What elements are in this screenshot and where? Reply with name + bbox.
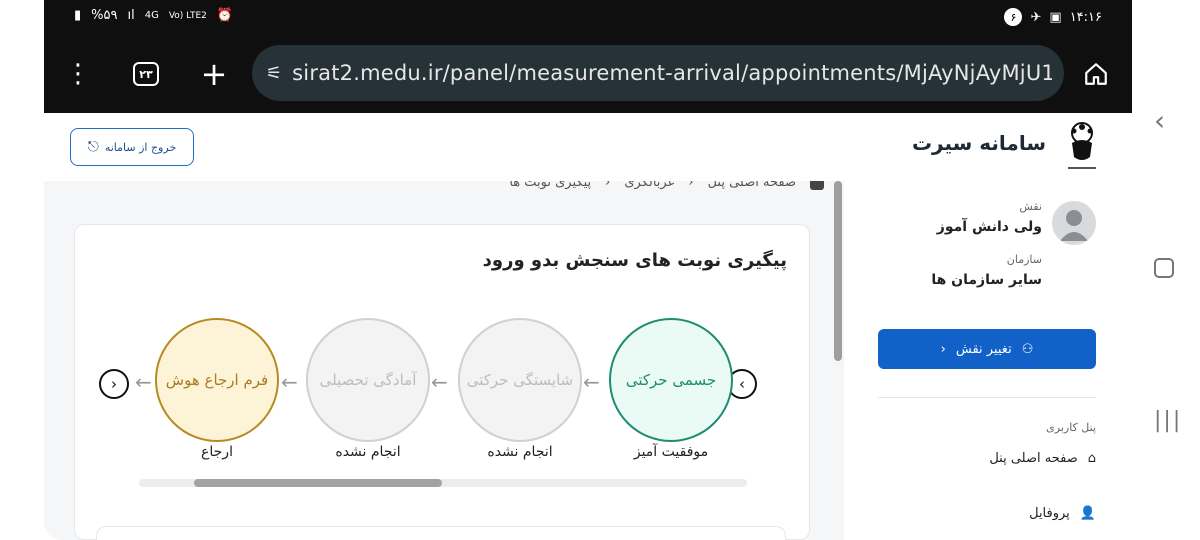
notification-count: ۶ xyxy=(1004,8,1023,26)
breadcrumb-item[interactable]: غربالگری xyxy=(624,181,674,190)
card-title: پیگیری نوبت های سنجش بدو ورود xyxy=(482,250,787,271)
step-status: ارجاع xyxy=(201,444,233,460)
battery-level: %۵۹ xyxy=(91,8,118,23)
brand-title: سامانه سیرت xyxy=(911,131,1046,155)
step-name: فرم ارجاع هوش xyxy=(165,371,269,389)
breadcrumb: صفحه اصلی پنل ‹ غربالگری ‹ پیگیری نوبت ه… xyxy=(509,181,824,190)
url-text[interactable]: sirat2.medu.ir/panel/measurement-arrival… xyxy=(292,61,1052,85)
secondary-card xyxy=(96,526,786,540)
user-icon: 👤 xyxy=(1079,506,1096,521)
chevron-left-icon: ‹ xyxy=(940,341,946,357)
step-circle[interactable]: فرم ارجاع هوش xyxy=(155,318,279,442)
home-button-icon[interactable] xyxy=(1154,258,1174,278)
menu-item-label: پروفایل xyxy=(1029,506,1070,521)
menu-item-home[interactable]: ⌂ صفحه اصلی پنل xyxy=(989,451,1096,466)
horizontal-scrollbar[interactable] xyxy=(139,479,747,487)
panel-heading: پنل کاربری xyxy=(1046,421,1096,434)
new-tab-icon[interactable]: + xyxy=(196,55,232,93)
web-page: سامانه سیرت خروج از سامانه ⎋ صفحه اصلی پ… xyxy=(44,113,1132,540)
avatar xyxy=(1052,201,1096,245)
user-sidebar: نقش ولی دانش آموز سازمان سایر سازمان ها … xyxy=(844,181,1132,540)
chevron-right-icon: › xyxy=(739,375,745,393)
site-settings-icon[interactable]: ⚟ xyxy=(266,63,282,84)
tab-count: ۲۳ xyxy=(133,62,159,86)
step-status: انجام نشده xyxy=(487,444,553,460)
step-status: موفقیت آمیز xyxy=(633,444,709,460)
user-switch-icon: ⚇ xyxy=(1021,341,1034,357)
tabs-button[interactable]: ۲۳ xyxy=(128,56,164,92)
previous-button[interactable]: ‹ xyxy=(99,369,129,399)
logout-icon: ⎋ xyxy=(87,139,99,155)
main-content: صفحه اصلی پنل ‹ غربالگری ‹ پیگیری نوبت ه… xyxy=(44,181,844,540)
step-circle[interactable]: جسمی حرکتی xyxy=(609,318,733,442)
sirat-logo xyxy=(1062,119,1102,175)
address-bar[interactable]: ⚟ sirat2.medu.ir/panel/measurement-arriv… xyxy=(252,45,1064,101)
menu-item-profile[interactable]: 👤 پروفایل xyxy=(1029,506,1096,521)
back-icon[interactable]: ‹ xyxy=(1154,104,1165,137)
gallery-icon: ▣ xyxy=(1049,9,1062,25)
browser-toolbar: ⋮ ۲۳ + ⚟ sirat2.medu.ir/panel/measuremen… xyxy=(44,34,1132,113)
step-name: جسمی حرکتی xyxy=(625,371,717,389)
org-label: سازمان xyxy=(1006,253,1042,266)
more-menu-icon[interactable]: ⋮ xyxy=(60,56,96,92)
status-bar: ▮ %۵۹ ıl 4G Vo) LTE2 ⏰ ۶ ✈ ▣ ۱۴:۱۶ xyxy=(44,0,1132,34)
chevron-left-icon: ‹ xyxy=(111,375,117,393)
breadcrumb-home-icon xyxy=(810,181,824,190)
arrow-left-icon: ← xyxy=(281,370,298,394)
breadcrumb-item[interactable]: صفحه اصلی پنل xyxy=(708,181,796,190)
home-icon[interactable] xyxy=(1078,56,1114,92)
arrow-left-icon: ← xyxy=(583,370,600,394)
org-value: سایر سازمان ها xyxy=(931,272,1042,288)
step-status: انجام نشده xyxy=(335,444,401,460)
role-value: ولی دانش آموز xyxy=(936,219,1042,235)
vertical-scrollbar[interactable] xyxy=(834,181,842,361)
home-icon: ⌂ xyxy=(1087,451,1096,466)
phone-viewport: ▮ %۵۹ ıl 4G Vo) LTE2 ⏰ ۶ ✈ ▣ ۱۴:۱۶ ⋮ ۲۳ … xyxy=(44,0,1132,540)
system-navigation-bar: ‹ ||| xyxy=(1132,0,1200,540)
recents-icon[interactable]: ||| xyxy=(1154,408,1182,433)
logout-button[interactable]: خروج از سامانه ⎋ xyxy=(70,128,194,166)
network-type: 4G xyxy=(144,10,159,21)
step-circle[interactable]: شایستگی حرکتی xyxy=(458,318,582,442)
logout-label: خروج از سامانه xyxy=(104,140,177,154)
change-role-button[interactable]: ⚇ تغییر نقش ‹ xyxy=(878,329,1096,369)
screen: ▮ %۵۹ ıl 4G Vo) LTE2 ⏰ ۶ ✈ ▣ ۱۴:۱۶ ⋮ ۲۳ … xyxy=(0,0,1200,540)
scrollbar-thumb[interactable] xyxy=(194,479,442,487)
alarm-icon: ⏰ xyxy=(216,8,234,23)
appointments-card: پیگیری نوبت های سنجش بدو ورود › ← جسمی ح… xyxy=(74,224,810,540)
divider xyxy=(878,397,1096,398)
site-header: سامانه سیرت خروج از سامانه ⎋ xyxy=(44,113,1132,181)
menu-item-label: صفحه اصلی پنل xyxy=(989,451,1078,466)
battery-icon: ▮ xyxy=(74,8,82,23)
breadcrumb-item: پیگیری نوبت ها xyxy=(509,181,592,190)
arrow-left-icon: ← xyxy=(431,370,448,394)
arrow-left-icon: ← xyxy=(135,370,152,394)
clock-time: ۱۴:۱۶ xyxy=(1069,9,1102,25)
signal-icon: ıl xyxy=(127,8,135,23)
change-role-label: تغییر نقش xyxy=(955,341,1012,357)
telegram-icon: ✈ xyxy=(1030,9,1042,25)
volte-indicator: Vo) LTE2 xyxy=(168,10,207,21)
step-name: آمادگی تحصیلی xyxy=(319,371,417,389)
step-circle[interactable]: آمادگی تحصیلی xyxy=(306,318,430,442)
role-label: نقش xyxy=(1019,200,1042,213)
step-name: شایستگی حرکتی xyxy=(466,371,574,389)
